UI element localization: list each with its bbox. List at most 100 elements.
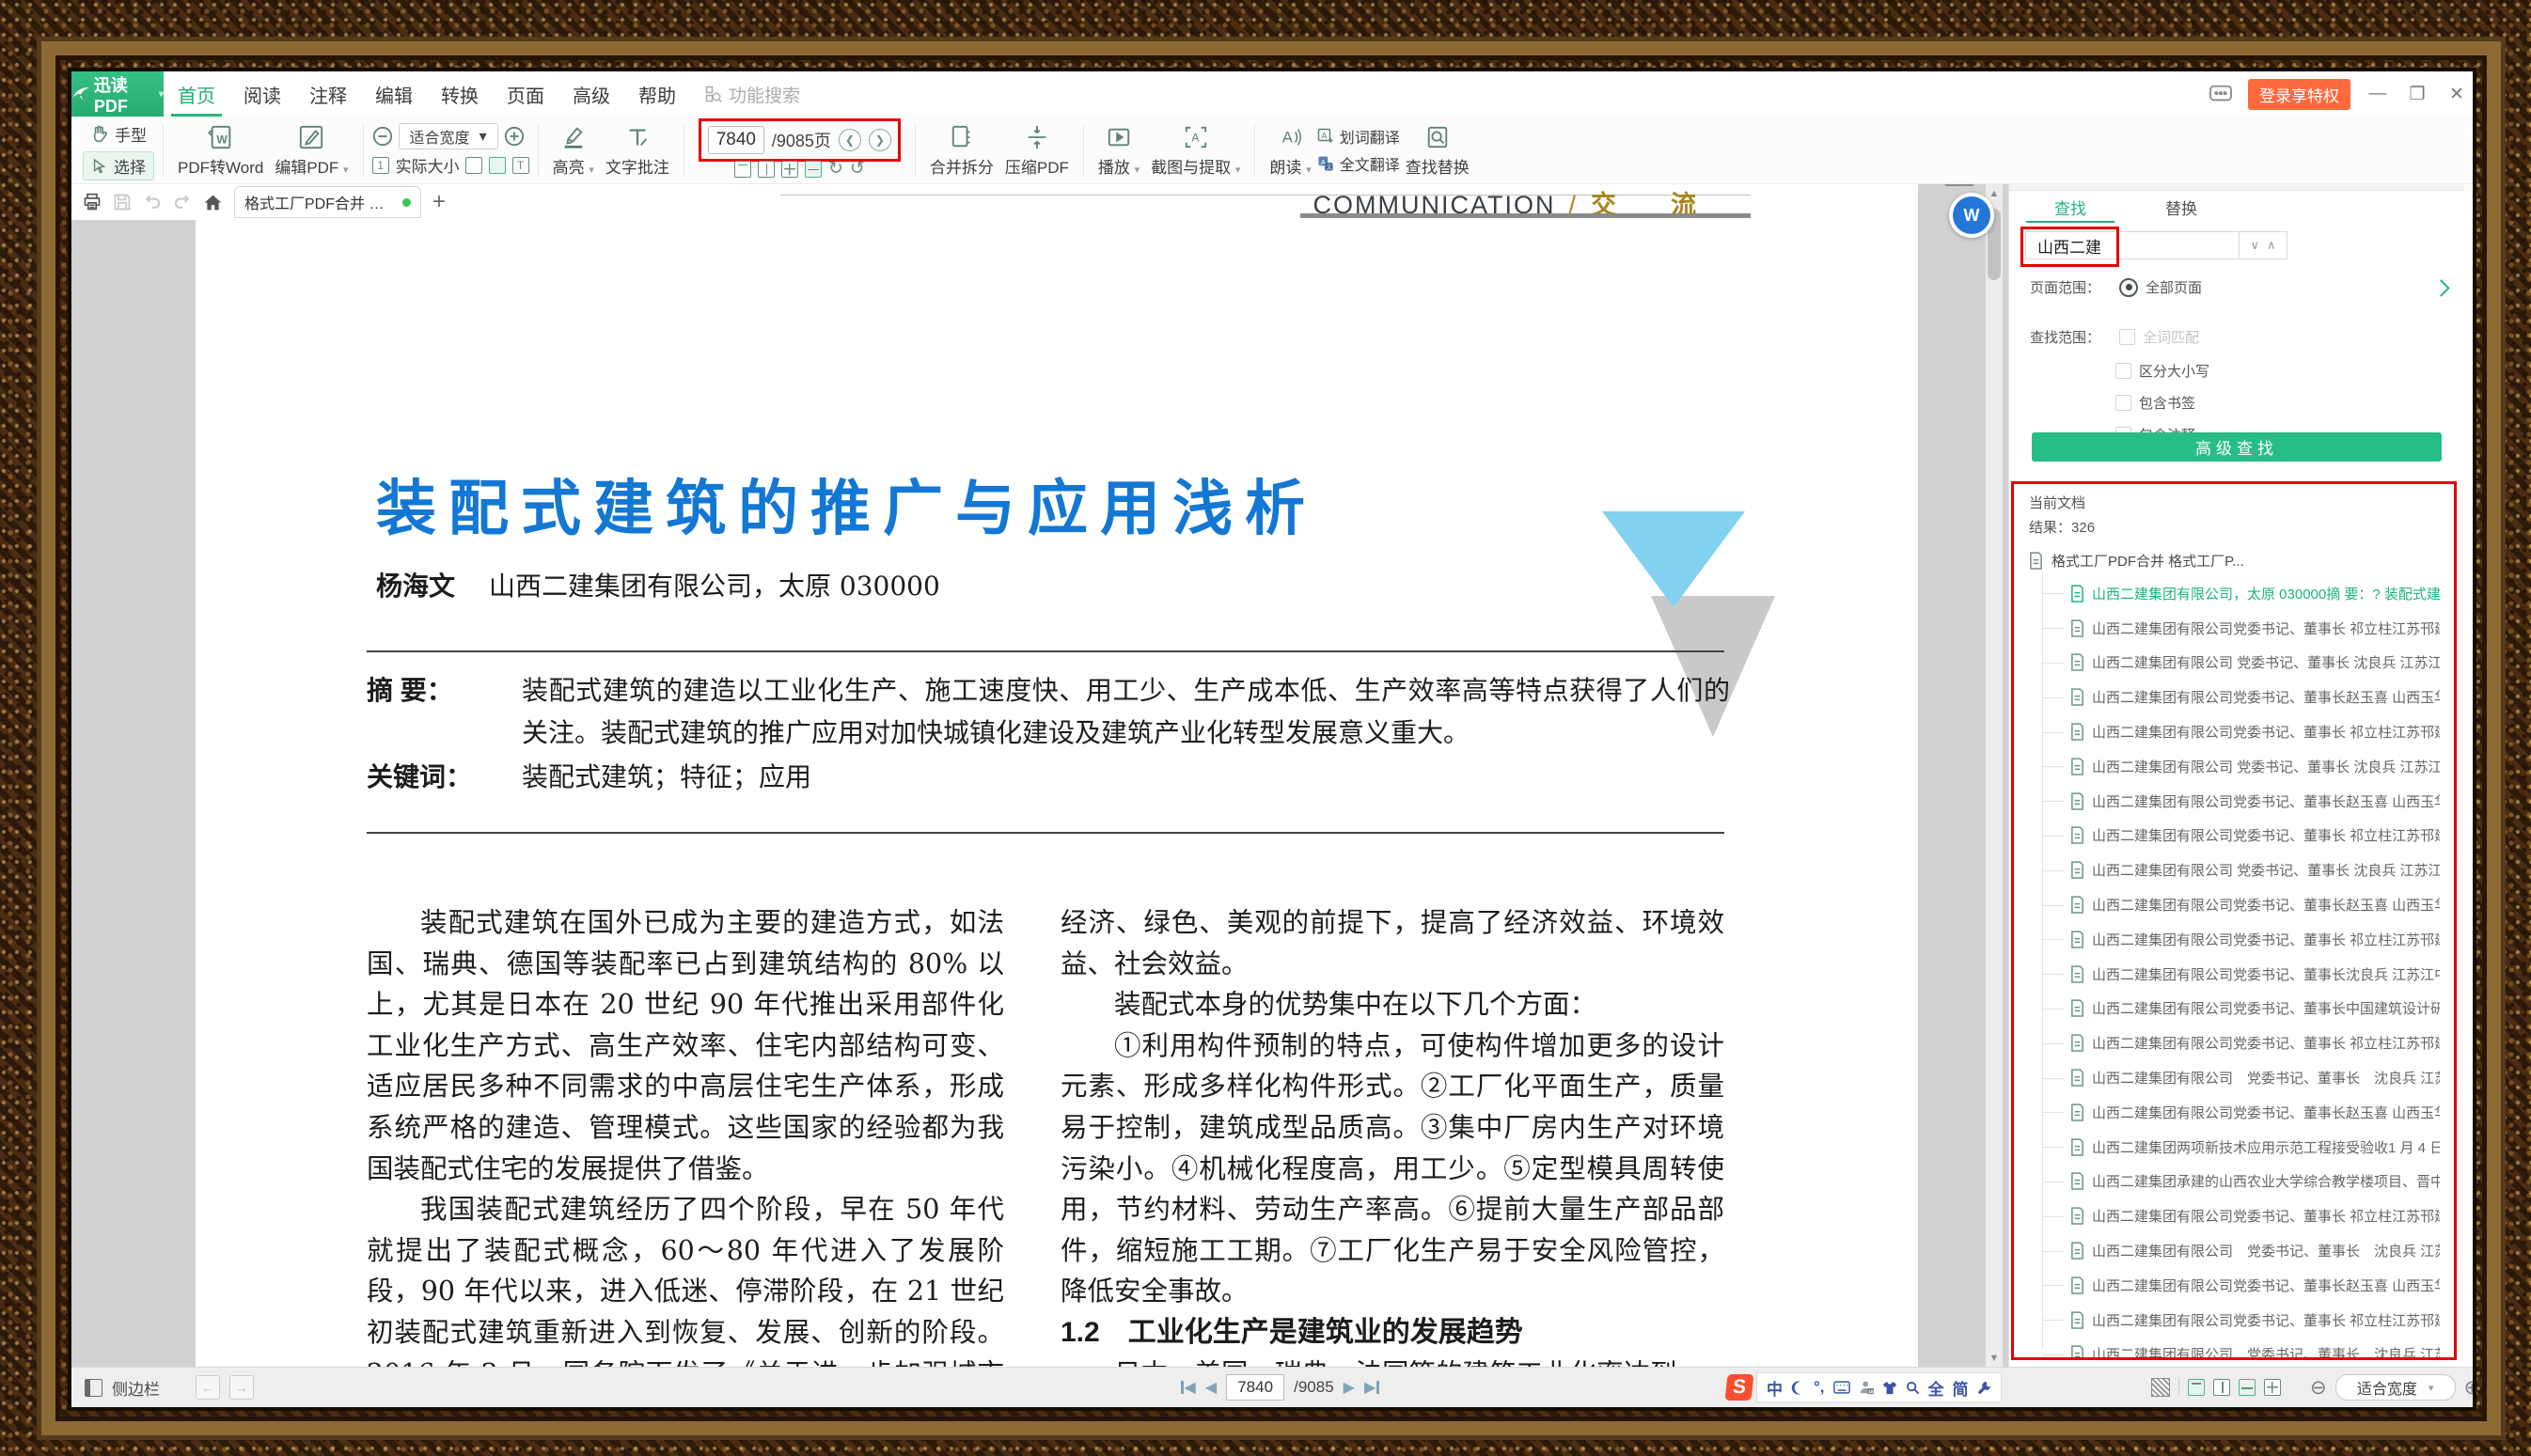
- search-result-item[interactable]: 山西二建集团有限公司 党委书记、董事长 沈良兵 江苏江中集团有限...: [2029, 1233, 2454, 1268]
- keyboard-icon[interactable]: [1833, 1381, 1850, 1394]
- feature-search[interactable]: 功能搜索: [690, 71, 815, 117]
- search-result-item[interactable]: 山西二建集团有限公司党委书记、董事长赵玉喜 山西玉华建设集团有限...: [2029, 1268, 2454, 1303]
- match-case-checkbox[interactable]: [2115, 363, 2131, 379]
- ribbon-tab[interactable]: 页面: [493, 71, 558, 117]
- close-button[interactable]: ✕: [2445, 84, 2469, 105]
- search-input[interactable]: 山西二建: [2025, 231, 2240, 259]
- save-button[interactable]: [113, 193, 132, 211]
- feedback-chat-icon[interactable]: [2209, 84, 2233, 104]
- select-tool-button[interactable]: 选择: [83, 151, 154, 180]
- highlight-button[interactable]: 高亮 ▾: [547, 123, 600, 178]
- merge-split-button[interactable]: 合并拆分: [924, 123, 999, 178]
- ribbon-tab[interactable]: 高级: [558, 71, 624, 117]
- search-result-item[interactable]: 山西二建集团有限公司 党委书记、董事长 沈良兵 江苏江中集团有限...: [2029, 1338, 2454, 1360]
- ime-simplified[interactable]: 简: [1953, 1376, 1969, 1400]
- search-result-item[interactable]: 山西二建集团有限公司党委书记、董事长 祁立柱江苏邗建集团有限公司...: [2029, 1025, 2454, 1060]
- search-result-item[interactable]: 山西二建集团两项新技术应用示范工程接受验收1 月 4 日，山西二建集团...: [2029, 1130, 2454, 1165]
- two-page-layout-button[interactable]: [758, 161, 775, 178]
- scroll-up-arrow[interactable]: ▲: [1986, 188, 2003, 199]
- wrench-icon[interactable]: [1977, 1381, 1991, 1395]
- scroll-down-arrow[interactable]: ▼: [1986, 1353, 2003, 1364]
- play-button[interactable]: 播放 ▾: [1093, 123, 1145, 178]
- ribbon-tab[interactable]: 帮助: [624, 71, 690, 117]
- search-result-item[interactable]: 山西二建集团有限公司党委书记、董事长赵玉喜 山西玉华建设集团有限...: [2029, 887, 2454, 922]
- history-back-button[interactable]: ←: [196, 1375, 220, 1400]
- two-column-view-button[interactable]: [2213, 1379, 2230, 1396]
- login-button[interactable]: 登录享特权: [2248, 79, 2350, 110]
- restore-button[interactable]: ❐: [2405, 84, 2429, 105]
- user-profile-icon[interactable]: 18: [1859, 1380, 1874, 1395]
- pdf-to-word-button[interactable]: W PDF转Word: [172, 123, 269, 178]
- word-translate-button[interactable]: A 划词翻译: [1317, 125, 1400, 148]
- capture-extract-button[interactable]: A 截图与提取 ▾: [1145, 123, 1246, 178]
- last-page-button[interactable]: ▶: [1364, 1378, 1379, 1397]
- rotate-ccw-icon[interactable]: ↺: [850, 161, 865, 178]
- minimize-button[interactable]: —: [2366, 84, 2390, 104]
- fit-width-button[interactable]: [489, 157, 506, 174]
- previous-page-button[interactable]: ◀: [1205, 1378, 1217, 1397]
- app-logo[interactable]: 迅读PDF ▾: [71, 71, 164, 117]
- ime-chinese-mode[interactable]: 中: [1767, 1376, 1783, 1400]
- zoom-out-icon[interactable]: ⊖: [2310, 1376, 2327, 1400]
- full-translate-button[interactable]: A文 全文翻译: [1317, 152, 1400, 175]
- zoom-in-icon[interactable]: [504, 126, 525, 147]
- redo-button[interactable]: [173, 193, 192, 211]
- previous-page-button[interactable]: ❮: [839, 129, 861, 151]
- search-result-item[interactable]: 山西二建集团有限公司党委书记、董事长赵玉喜 山西玉华建设集团有限...: [2029, 680, 2454, 714]
- search-result-item[interactable]: 山西二建集团有限公司 党委书记、董事长 沈良兵 江苏江中集团有限公司...: [2029, 646, 2454, 681]
- pdf-to-word-floating-button[interactable]: W: [1949, 193, 1994, 238]
- fit-page-button[interactable]: [465, 157, 482, 174]
- ribbon-tab[interactable]: 转换: [427, 71, 493, 117]
- zoom-in-icon[interactable]: ⊕: [2464, 1376, 2473, 1400]
- read-aloud-button[interactable]: A 朗读 ▾: [1264, 123, 1316, 178]
- search-result-item[interactable]: 山西二建集团有限公司党委书记、董事长 祁立柱江苏邗建集团有限公司...: [2029, 819, 2454, 853]
- search-result-item[interactable]: 山西二建集团有限公司 党委书记、董事长 沈良兵 江苏江中集团有限...: [2029, 1060, 2454, 1095]
- search-result-item[interactable]: 山西二建集团有限公司，太原 030000摘 要：? 装配式建筑的建造以工...: [2029, 576, 2454, 611]
- book-view-button[interactable]: [2239, 1379, 2256, 1396]
- undo-button[interactable]: [143, 193, 162, 211]
- include-bookmarks-checkbox[interactable]: [2115, 395, 2131, 411]
- sidebar-icon[interactable]: [85, 1379, 102, 1397]
- grid-view-button[interactable]: [2264, 1379, 2281, 1396]
- ribbon-tab[interactable]: 注释: [295, 71, 361, 117]
- search-result-item[interactable]: 山西二建集团有限公司党委书记、董事长 祁立柱江苏邗建集团有限公司...: [2029, 611, 2454, 646]
- actual-size-button[interactable]: 1 实际大小: [372, 153, 460, 177]
- zoom-level-dropdown[interactable]: 适合宽度▾: [399, 123, 498, 149]
- home-button[interactable]: [203, 193, 223, 212]
- find-replace-button[interactable]: 查找替换: [1400, 123, 1475, 178]
- compress-pdf-button[interactable]: 压缩PDF: [999, 123, 1075, 178]
- page-range-radio[interactable]: [2119, 278, 2138, 297]
- rotate-cw-icon[interactable]: ↻: [828, 161, 843, 178]
- tab-replace[interactable]: 替换: [2126, 191, 2237, 223]
- vertical-scrollbar[interactable]: ▲ ▼: [1986, 184, 2003, 1368]
- search-result-item[interactable]: 山西二建集团有限公司党委书记、董事长 祁立柱江苏邗建集团有限公司...: [2029, 922, 2454, 957]
- ribbon-tab[interactable]: 编辑: [361, 71, 427, 117]
- next-page-button[interactable]: ▶: [1344, 1378, 1355, 1397]
- book-layout-button[interactable]: [805, 161, 822, 178]
- zoom-level-dropdown[interactable]: 适合宽度 ▾: [2335, 1374, 2456, 1401]
- history-forward-button[interactable]: →: [229, 1375, 254, 1400]
- search-result-item[interactable]: 山西二建集团有限公司 党委书记、董事长 沈良兵 江苏江中集团有限公司...: [2029, 749, 2454, 784]
- text-annotation-button[interactable]: 文字批注: [600, 123, 675, 178]
- ime-fullwidth[interactable]: 全: [1928, 1376, 1944, 1400]
- advanced-search-button[interactable]: 高级查找: [2032, 432, 2442, 462]
- tab-find[interactable]: 查找: [2015, 191, 2126, 223]
- search-result-item[interactable]: 山西二建集团承建的山西农业大学综合教学楼项目、晋中市公共租赁住房...: [2029, 1165, 2454, 1199]
- search-result-item[interactable]: 山西二建集团有限公司党委书记、董事长 祁立柱江苏邗建集团有限公司...: [2029, 714, 2454, 749]
- background-pattern-button[interactable]: [2151, 1378, 2170, 1397]
- fit-text-button[interactable]: T: [512, 157, 529, 174]
- search-icon[interactable]: [1906, 1381, 1920, 1395]
- single-page-layout-button[interactable]: [734, 161, 751, 178]
- search-result-item[interactable]: 山西二建集团有限公司党委书记、董事长 祁立柱江苏邗建集团有限公司...: [2029, 1303, 2454, 1338]
- page-number-input[interactable]: 7840: [708, 126, 764, 154]
- moon-icon[interactable]: [1791, 1381, 1805, 1395]
- search-result-item[interactable]: 山西二建集团有限公司党委书记、董事长赵玉喜 山西玉华建设集团有限...: [2029, 784, 2454, 819]
- first-page-button[interactable]: ◀: [1181, 1378, 1196, 1397]
- ime-punctuation[interactable]: °,: [1814, 1378, 1825, 1397]
- document-tab[interactable]: 格式工厂PDF合并 格式工厂PD...: [234, 186, 421, 218]
- search-result-item[interactable]: 山西二建集团有限公司党委书记、董事长赵玉喜 山西玉华建设集团有限...: [2029, 1095, 2454, 1130]
- search-result-item[interactable]: 山西二建集团有限公司党委书记、董事长中国建筑设计研究院顾问总工程...: [2029, 992, 2454, 1026]
- hand-tool-button[interactable]: 手型: [83, 120, 154, 148]
- search-prev-next[interactable]: ∨ ∧: [2240, 231, 2287, 259]
- new-tab-button[interactable]: +: [432, 189, 446, 215]
